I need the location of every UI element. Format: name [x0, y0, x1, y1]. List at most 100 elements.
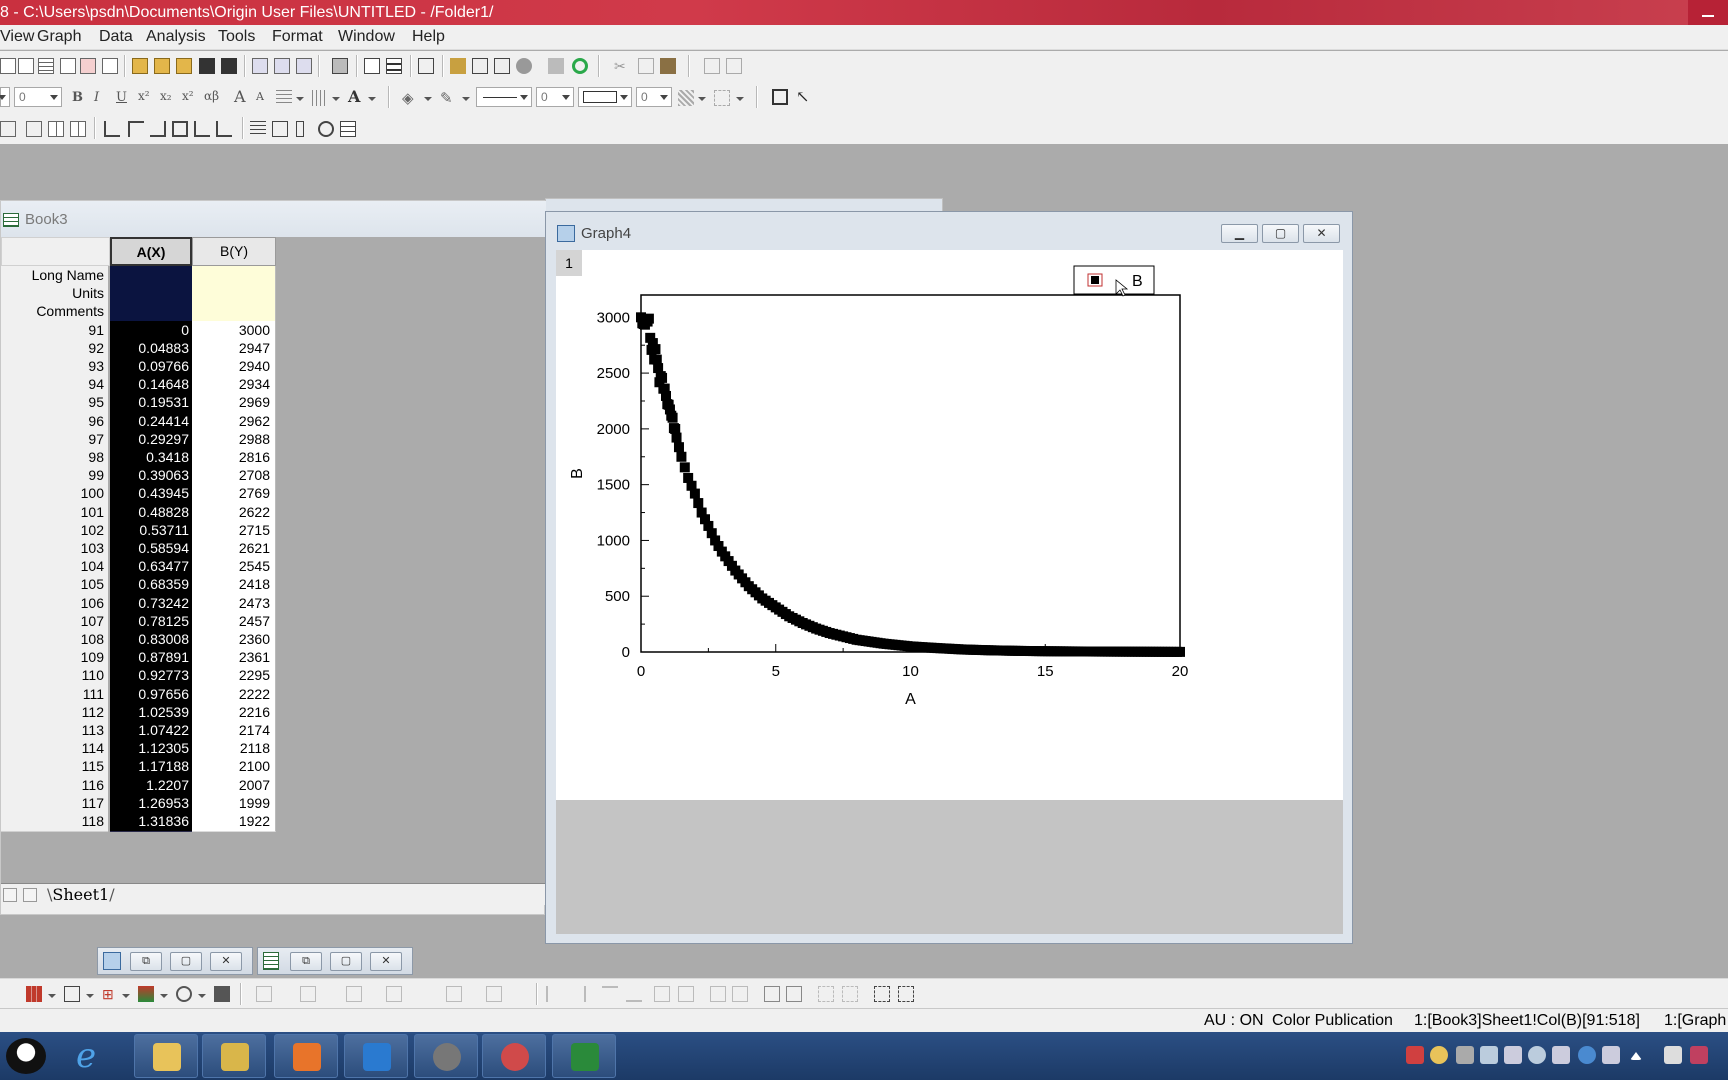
line-color-dropdown-arrow[interactable] [462, 97, 470, 101]
column-align-dropdown-arrow[interactable] [332, 97, 340, 101]
row-number[interactable]: 110 [1, 666, 108, 687]
tray-sync-icon[interactable] [1528, 1046, 1546, 1064]
new-project-icon[interactable] [0, 58, 16, 74]
maximize-button[interactable]: ▢ [170, 952, 202, 971]
cell-a[interactable]: 0.09766 [110, 357, 192, 377]
corner-header[interactable] [1, 237, 110, 266]
cell-a[interactable]: 0.3418 [110, 448, 192, 468]
cell-b[interactable]: 2295 [192, 666, 276, 687]
cell-b[interactable]: 2361 [192, 648, 276, 669]
menu-window[interactable]: Window [338, 28, 395, 46]
cut-icon[interactable]: ✂ [614, 58, 630, 74]
meta-cell-b[interactable] [192, 266, 276, 286]
column-layout-icon[interactable] [296, 121, 304, 137]
cell-b[interactable]: 2418 [192, 575, 276, 596]
axis-box-icon[interactable] [172, 121, 188, 137]
arrange-layers-icon[interactable] [70, 121, 86, 137]
row-number[interactable]: 91 [1, 320, 108, 341]
same-height-icon[interactable] [786, 986, 802, 1002]
row-number[interactable]: 113 [1, 721, 108, 741]
import-multiple-icon[interactable] [296, 58, 312, 74]
taskbar-excel[interactable] [552, 1034, 616, 1078]
meta-cell-a[interactable] [110, 302, 192, 323]
restore-button[interactable]: ⧉ [290, 952, 322, 971]
row-number[interactable]: 98 [1, 448, 108, 468]
tray-keyboard-icon[interactable] [1480, 1046, 1498, 1064]
import-wizard-icon[interactable] [274, 58, 290, 74]
polar-icon[interactable] [176, 986, 192, 1002]
line-color-icon[interactable]: ✎ [440, 89, 456, 107]
font-combo[interactable] [0, 87, 10, 107]
contour-dropdown-arrow[interactable] [160, 994, 168, 998]
cell-a[interactable]: 0.87891 [110, 648, 192, 669]
scale-icon[interactable] [818, 986, 834, 1002]
fill-color-dropdown-arrow[interactable] [424, 97, 432, 101]
fit-layer-icon[interactable] [898, 986, 914, 1002]
cell-a[interactable]: 0.83008 [110, 630, 192, 650]
cell-a[interactable]: 0.92773 [110, 666, 192, 687]
menu-format[interactable]: Format [272, 28, 323, 46]
cell-b[interactable]: 2360 [192, 630, 276, 650]
refresh-icon[interactable] [364, 58, 380, 74]
align-icon[interactable] [276, 90, 292, 106]
tray-window-icon[interactable] [1552, 1046, 1570, 1064]
template-icon[interactable] [214, 986, 230, 1002]
cell-b[interactable]: 2473 [192, 593, 276, 614]
add-app-icon[interactable] [548, 58, 564, 74]
new-matrix-icon[interactable] [80, 58, 96, 74]
taskbar-video[interactable] [344, 1034, 408, 1078]
save-template-icon[interactable] [221, 58, 237, 74]
row-number[interactable]: 104 [1, 557, 108, 578]
cell-b[interactable]: 2174 [192, 721, 276, 741]
row-number[interactable]: 99 [1, 466, 108, 487]
underline-icon[interactable]: U [116, 90, 127, 105]
paste-icon[interactable] [660, 58, 676, 74]
cell-b[interactable]: 1922 [192, 812, 276, 832]
axis-l-icon[interactable] [104, 121, 120, 137]
distribute-vertical-icon[interactable] [710, 986, 726, 1002]
cell-a[interactable]: 0.04883 [110, 338, 192, 359]
settings-icon[interactable] [516, 58, 532, 74]
axis-zoom-icon[interactable] [216, 121, 232, 137]
sheet-tab[interactable]: \Sheet1/ [47, 885, 115, 904]
cell-a[interactable]: 1.02539 [110, 702, 192, 723]
cell-b[interactable]: 2457 [192, 611, 276, 632]
meta-row-label[interactable]: Comments [1, 302, 108, 323]
column-header-b[interactable]: B(Y) [192, 237, 276, 266]
align-top-icon[interactable] [602, 986, 618, 1002]
add-layer-icon[interactable] [48, 121, 64, 137]
clock-icon[interactable] [318, 121, 334, 137]
italic-icon[interactable]: I [94, 90, 99, 105]
close-button[interactable]: ✕ [370, 952, 402, 971]
internet-explorer-icon[interactable]: e [76, 1038, 116, 1074]
cell-b[interactable]: 3000 [192, 320, 276, 341]
cell-a[interactable]: 0.68359 [110, 575, 192, 596]
cell-a[interactable]: 0.14648 [110, 375, 192, 396]
greek-icon[interactable]: αβ [204, 89, 219, 103]
cell-b[interactable]: 2216 [192, 702, 276, 723]
row-number[interactable]: 115 [1, 757, 108, 778]
row-number[interactable]: 112 [1, 702, 108, 723]
row-number[interactable]: 118 [1, 812, 108, 832]
cell-b[interactable]: 2622 [192, 502, 276, 523]
tray-lang-icon[interactable] [1690, 1046, 1708, 1064]
cell-a[interactable]: 1.2207 [110, 775, 192, 796]
cell-a[interactable]: 1.17188 [110, 757, 192, 778]
column-header-a[interactable]: A(X) [110, 237, 192, 266]
row-number[interactable]: 96 [1, 411, 108, 432]
taskbar-audio[interactable] [414, 1034, 478, 1078]
supersubscript-icon[interactable]: x² [182, 89, 194, 103]
results-log-icon[interactable] [450, 58, 466, 74]
grid-table-icon[interactable] [446, 986, 462, 1002]
row-number[interactable]: 105 [1, 575, 108, 596]
contour-icon[interactable] [138, 986, 154, 1002]
next-sheet-button[interactable] [23, 888, 37, 902]
meta-cell-a[interactable] [110, 266, 192, 286]
graph-maximize-button[interactable]: ▢ [1262, 224, 1299, 243]
cell-b[interactable]: 2715 [192, 520, 276, 541]
fill-color-icon[interactable]: ◈ [402, 89, 418, 107]
meta-cell-a[interactable] [110, 284, 192, 305]
tray-m-icon[interactable] [1406, 1046, 1424, 1064]
box-plot-dropdown-arrow[interactable] [122, 994, 130, 998]
cell-b[interactable]: 2769 [192, 484, 276, 505]
